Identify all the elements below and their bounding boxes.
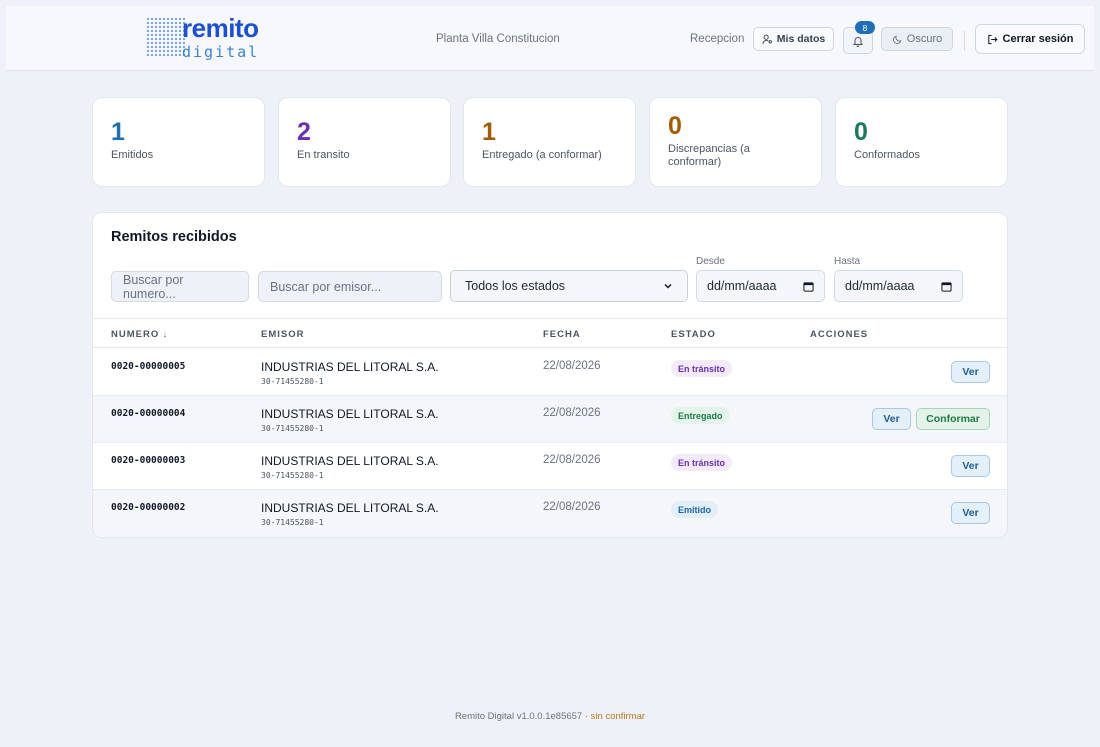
stat-label: Entregado (a conformar) [482,149,602,161]
stat-card-conformados[interactable]: 0 Conformados [835,97,1008,187]
row-numero: 0020-00000004 [111,408,186,419]
row-cuit: 30-71455280-1 [261,471,324,480]
stat-card-entregado[interactable]: 1 Entregado (a conformar) [463,97,636,187]
stat-label: En transito [297,149,350,161]
row-fecha: 22/08/2026 [543,360,601,372]
column-header-fecha[interactable]: FECHA [543,329,581,340]
logout-button[interactable]: Cerrar sesión [975,24,1085,54]
hasta-date-input[interactable]: dd/mm/aaaa [834,270,963,302]
logo-main-text: remito [182,13,259,43]
notification-count-badge: 8 [855,21,875,34]
status-badge: En tránsito [671,360,733,377]
row-fecha: 22/08/2026 [543,454,601,466]
status-badge: En tránsito [671,454,733,471]
panel-title: Remitos recibidos [111,229,237,245]
remitos-panel: Remitos recibidos Buscar por numero... B… [92,212,1008,538]
row-emisor: INDUSTRIAS DEL LITORAL S.A. [261,501,439,515]
estado-select-value: Todos los estados [465,279,566,293]
stat-label: Conformados [854,149,921,161]
footer-status: · sin confirmar [584,711,646,722]
row-numero: 0020-00000002 [111,502,186,513]
logout-label: Cerrar sesión [1002,33,1074,45]
desde-date-value: dd/mm/aaaa [707,279,777,293]
row-numero: 0020-00000003 [111,455,186,466]
sort-desc-icon: ↓ [162,330,168,339]
search-emisor-input[interactable]: Buscar por emisor... [258,271,442,302]
plant-name: Planta Villa Constitucion [436,33,560,45]
bell-icon [852,36,864,47]
row-numero: 0020-00000005 [111,361,186,372]
stat-value: 1 [111,118,125,146]
column-header-estado[interactable]: ESTADO [671,329,716,340]
stat-value: 0 [854,118,868,146]
notifications-button[interactable]: 8 [843,21,875,54]
logo-dots-icon [146,17,186,57]
estado-select[interactable]: Todos los estados [450,270,688,302]
logo[interactable]: remito digital [146,13,266,65]
mis-datos-button[interactable]: Mis datos [753,27,834,51]
moon-icon [892,35,902,44]
table-row[interactable]: 0020-00000004 INDUSTRIAS DEL LITORAL S.A… [93,396,1007,443]
user-role: Recepcion [690,33,745,45]
row-cuit: 30-71455280-1 [261,518,324,527]
table-header: NUMERO ↓ EMISOR FECHA ESTADO ACCIONES [93,318,1007,348]
footer: Remito Digital v1.0.0.1e85657 · sin conf… [0,711,1100,722]
status-badge: Emitido [671,501,718,518]
conformar-button[interactable]: Conformar [916,408,990,430]
stat-card-emitidos[interactable]: 1 Emitidos [92,97,265,187]
header-divider [964,31,965,51]
row-emisor: INDUSTRIAS DEL LITORAL S.A. [261,454,439,468]
calendar-icon[interactable] [803,281,814,292]
desde-date-input[interactable]: dd/mm/aaaa [696,270,825,302]
desde-label: Desde [696,256,725,267]
user-key-icon [762,34,772,44]
column-header-acciones: ACCIONES [810,329,869,340]
chevron-down-icon [664,283,672,289]
stat-value: 1 [482,118,496,146]
row-fecha: 22/08/2026 [543,407,601,419]
search-numero-input[interactable]: Buscar por numero... [111,271,249,302]
hasta-label: Hasta [834,256,861,267]
hasta-date-value: dd/mm/aaaa [845,279,915,293]
ver-button[interactable]: Ver [951,361,990,383]
ver-button[interactable]: Ver [951,502,990,524]
ver-button[interactable]: Ver [872,408,911,430]
row-fecha: 22/08/2026 [543,501,601,513]
column-header-numero[interactable]: NUMERO ↓ [111,329,168,340]
theme-toggle-button[interactable]: Oscuro [881,27,953,51]
row-emisor: INDUSTRIAS DEL LITORAL S.A. [261,360,439,374]
stat-card-discrepancias[interactable]: 0 Discrepancias (a conformar) [649,97,822,187]
ver-button[interactable]: Ver [951,455,990,477]
table-row[interactable]: 0020-00000002 INDUSTRIAS DEL LITORAL S.A… [93,490,1007,537]
status-badge: Entregado [671,407,730,424]
top-bar: remito digital Planta Villa Constitucion… [6,6,1094,71]
stat-value: 0 [668,112,682,140]
table-row[interactable]: 0020-00000005 INDUSTRIAS DEL LITORAL S.A… [93,349,1007,396]
row-cuit: 30-71455280-1 [261,377,324,386]
stat-label: Discrepancias (a conformar) [668,143,750,168]
row-cuit: 30-71455280-1 [261,424,324,433]
footer-version: Remito Digital v1.0.0.1e85657 [454,711,583,722]
calendar-icon[interactable] [941,281,952,292]
logout-icon [987,34,998,44]
column-header-emisor[interactable]: EMISOR [261,329,304,340]
theme-toggle-label: Oscuro [906,33,943,45]
logo-sub-text: digital [182,43,260,61]
table-row[interactable]: 0020-00000003 INDUSTRIAS DEL LITORAL S.A… [93,443,1007,490]
stat-label: Emitidos [111,149,154,161]
stat-card-en-transito[interactable]: 2 En transito [278,97,451,187]
mis-datos-label: Mis datos [776,33,826,45]
stat-value: 2 [297,118,311,146]
row-emisor: INDUSTRIAS DEL LITORAL S.A. [261,407,439,421]
